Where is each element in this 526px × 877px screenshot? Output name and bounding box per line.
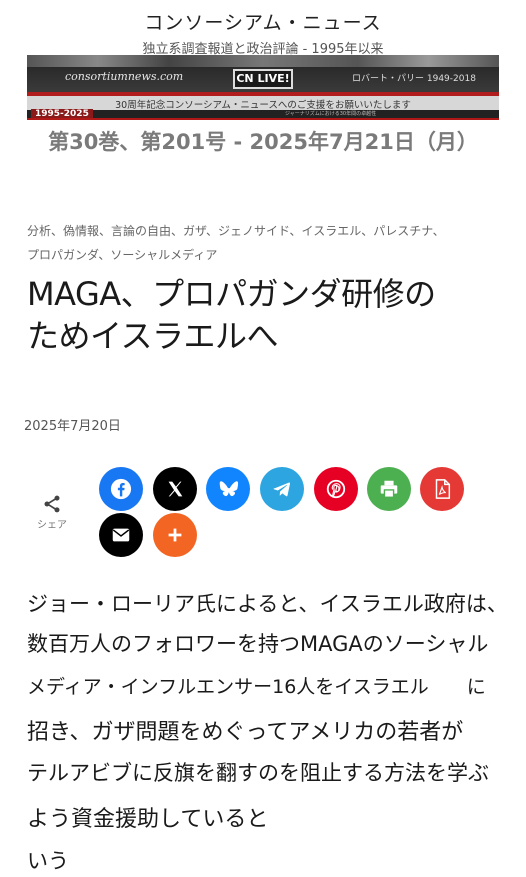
email-share-button[interactable] (99, 513, 143, 557)
facebook-share-button[interactable] (99, 467, 143, 511)
article-body-line: ジョー・ローリア氏によると、イスラエル政府は、 (27, 592, 508, 616)
share-label: シェア (37, 520, 67, 531)
categories-line[interactable]: 分析、偽情報、言論の自由、ガザ、ジェノサイド、イスラエル、パレスチナ、 (27, 219, 497, 243)
article-categories[interactable]: 分析、偽情報、言論の自由、ガザ、ジェノサイド、イスラエル、パレスチナ、 プロパガ… (27, 219, 497, 267)
article-body-line: メディア・インフルエンサー16人をイスラエル に (27, 676, 486, 698)
print-icon (380, 480, 398, 498)
article-body-line: 数百万人のフォロワーを持つMAGAのソーシャル (27, 632, 489, 656)
banner-years: 1995-2025 (31, 109, 93, 118)
cn-live-logo: CN LIVE! (233, 69, 293, 89)
article-date: 2025年7月20日 (24, 419, 121, 434)
banner-appeal: 30周年記念コンソーシアム・ニュースへのご支援をお願いいたします (115, 100, 411, 111)
banner-background (27, 55, 499, 67)
article-body-line: テルアビブに反旗を翻すのを阻止する方法を学ぶ (27, 761, 489, 785)
issue-line: 第30巻、第201号 - 2025年7月21日（月） (48, 130, 478, 154)
email-icon (112, 528, 130, 542)
bluesky-icon (219, 481, 239, 497)
pdf-icon (435, 479, 451, 499)
telegram-share-button[interactable] (260, 467, 304, 511)
facebook-icon (110, 478, 132, 500)
article-title: MAGA、プロパガンダ研修の ためイスラエルへ (27, 273, 507, 357)
article-body-line: いう (27, 849, 69, 873)
x-share-button[interactable] (153, 467, 197, 511)
share-icon (44, 495, 60, 513)
plus-icon (168, 528, 182, 542)
pinterest-share-button[interactable] (314, 467, 358, 511)
title-line: MAGA、プロパガンダ研修の (27, 275, 436, 313)
categories-line[interactable]: プロパガンダ、ソーシャルメディア (27, 243, 497, 267)
pdf-share-button[interactable] (420, 467, 464, 511)
banner-founder: ロバート・パリー 1949-2018 (352, 74, 476, 84)
banner-footer-band (27, 110, 499, 118)
bluesky-share-button[interactable] (206, 467, 250, 511)
telegram-icon (273, 482, 291, 497)
more-share-button[interactable] (153, 513, 197, 557)
header-banner[interactable]: consortiumnews.com CN LIVE! ロバート・パリー 194… (27, 55, 499, 120)
banner-domain: consortiumnews.com (65, 70, 184, 83)
x-icon (168, 481, 183, 497)
banner-small-text: ジャーナリズムにおける30年間の卓越性 (285, 111, 377, 117)
pinterest-icon (326, 479, 346, 499)
title-line: ためイスラエルへ (27, 317, 279, 355)
site-title[interactable]: コンソーシアム・ニュース (0, 8, 526, 35)
article-body-line: 招き、ガザ問題をめぐってアメリカの若者が (27, 720, 464, 745)
print-share-button[interactable] (367, 467, 411, 511)
article-body-line: よう資金援助していると (27, 807, 269, 832)
share-block: シェア (30, 494, 74, 531)
